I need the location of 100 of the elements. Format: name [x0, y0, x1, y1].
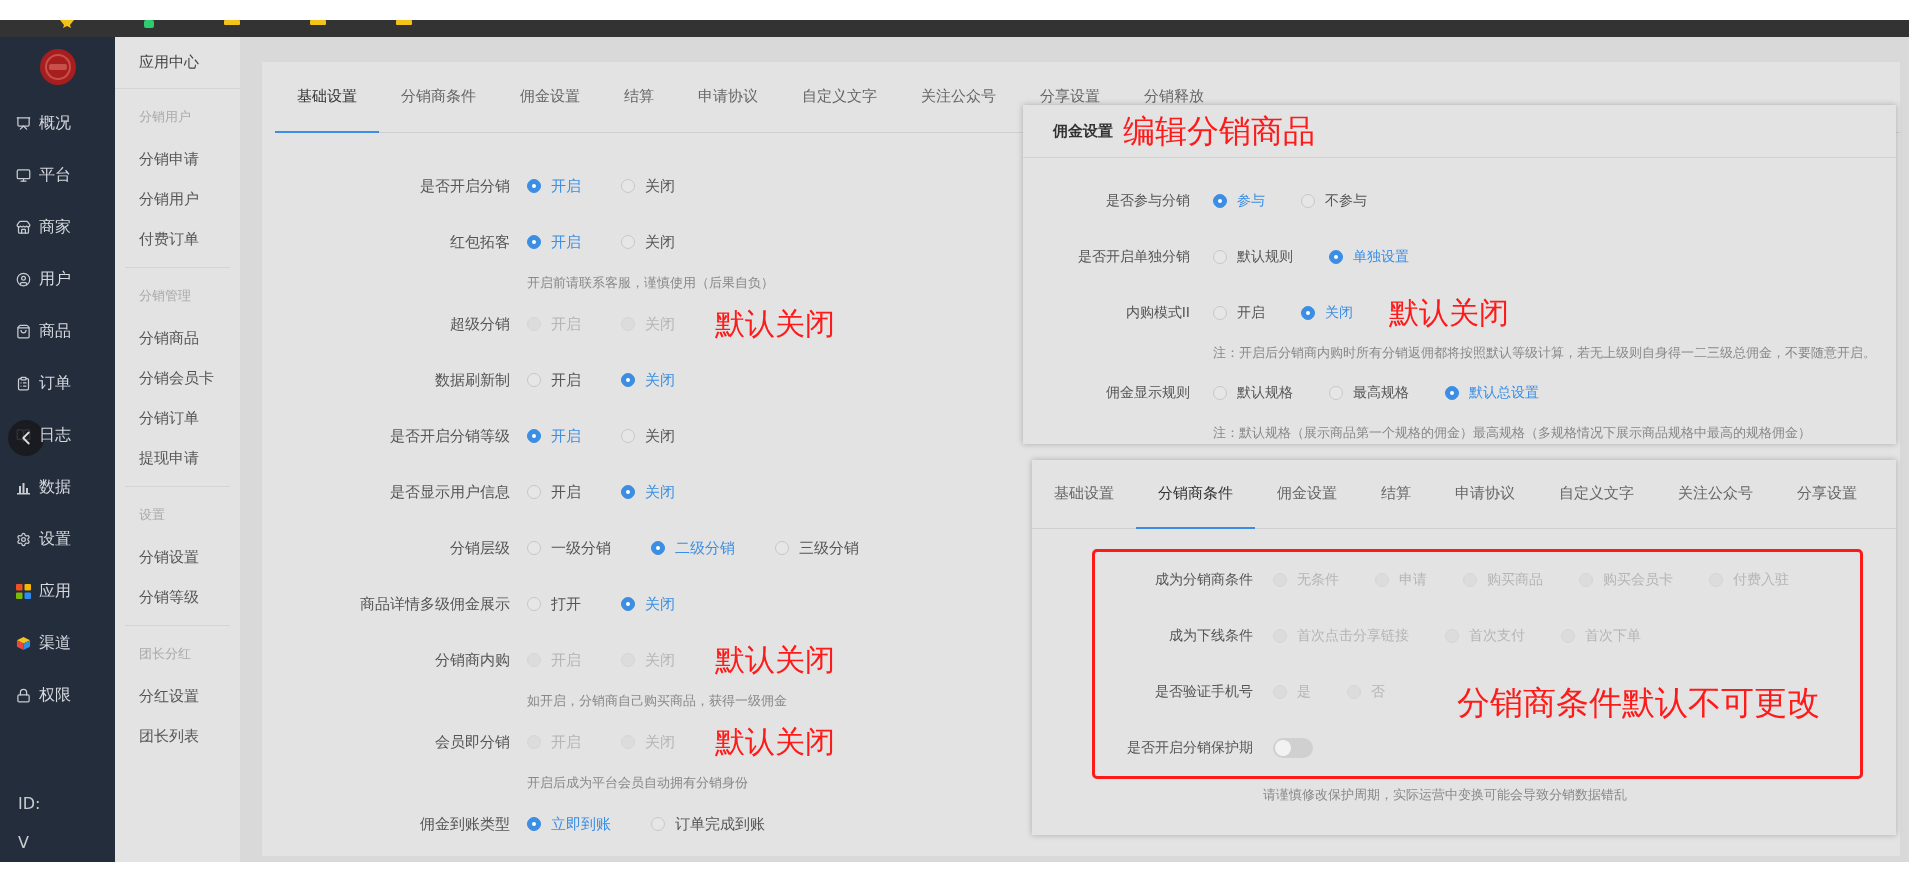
chart-board-icon [16, 115, 31, 131]
tab[interactable]: 基础设置 [1032, 460, 1136, 529]
radio-option[interactable]: 开启 [527, 426, 581, 446]
tab[interactable]: 申请协议 [676, 62, 780, 133]
field-label: 成为分销商条件 [1154, 571, 1253, 589]
radio-option[interactable]: 默认总设置 [1445, 384, 1539, 402]
radio-option[interactable]: 一级分销 [527, 538, 611, 558]
field-label: 是否开启单独分销 [1077, 248, 1190, 266]
field-label: 内购模式II [1124, 304, 1190, 322]
radio-option[interactable]: 默认规则 [1213, 248, 1293, 266]
radio-option[interactable]: 开启 [527, 232, 581, 252]
hint-text: 开启后成为平台会员自动拥有分销身份 [527, 774, 748, 792]
radio-option[interactable]: 开启 [527, 482, 581, 502]
radio-option[interactable]: 关闭 [1301, 304, 1353, 322]
submenu-item[interactable]: 分销设置 [125, 537, 230, 577]
nav-item[interactable]: 商品 [0, 305, 115, 357]
radio-option[interactable]: 关闭 [621, 482, 675, 502]
field-label: 是否验证手机号 [1154, 683, 1253, 701]
submenu-item[interactable]: 分销会员卡 [125, 358, 230, 398]
radio-option[interactable]: 关闭 [621, 426, 675, 446]
logo-icon [39, 49, 76, 85]
tab[interactable]: 分销商条件 [379, 62, 498, 133]
annotation-text: 默认关闭 [1389, 298, 1509, 328]
nav-item[interactable]: 权限 [0, 669, 115, 721]
user-icon [16, 271, 31, 287]
nav-item[interactable]: 平台 [0, 149, 115, 201]
tab[interactable]: 结算 [1359, 460, 1433, 529]
nav-item[interactable]: 商家 [0, 201, 115, 253]
submenu-item[interactable]: 提现申请 [125, 438, 230, 478]
cube-icon [16, 635, 31, 651]
submenu-item[interactable]: 付费订单 [125, 219, 230, 259]
radio-option[interactable]: 关闭 [621, 176, 675, 196]
radio-option[interactable]: 最高规格 [1329, 384, 1409, 402]
store-icon [16, 219, 31, 235]
radio-option[interactable]: 单独设置 [1329, 248, 1409, 266]
field-label: 成为下线条件 [1168, 627, 1253, 645]
submenu-item[interactable]: 分销用户 [125, 179, 230, 219]
page-icon [144, 20, 154, 28]
tab[interactable]: 分享设置 [1775, 460, 1879, 529]
dialog-title: 佣金设置 [1053, 121, 1113, 141]
tiles-icon [16, 583, 31, 599]
annotation-text: 编辑分销商品 [1123, 115, 1315, 147]
radio-option[interactable]: 关闭 [621, 594, 675, 614]
nav-item[interactable]: 数据 [0, 461, 115, 513]
tab[interactable]: 关注公众号 [1656, 460, 1775, 529]
submenu-item[interactable]: 分销商品 [125, 318, 230, 358]
radio-option[interactable]: 订单完成到账 [651, 814, 765, 834]
submenu-item[interactable]: 分销申请 [125, 139, 230, 179]
tab[interactable]: 分销商条件 [1136, 460, 1255, 529]
tab[interactable]: 关注公众号 [899, 62, 1018, 133]
field-label: 分销层级 [449, 538, 510, 558]
field-label: 是否开启分销保护期 [1126, 739, 1253, 757]
annotation-text: 默认关闭 [715, 645, 835, 675]
tab[interactable]: 自定义文字 [1537, 460, 1656, 529]
field-label: 是否显示用户信息 [389, 482, 510, 502]
radio-option[interactable]: 二级分销 [651, 538, 735, 558]
radio-option[interactable]: 关闭 [621, 370, 675, 390]
folder-icon [396, 20, 412, 25]
annotation-text: 默认关闭 [715, 309, 835, 339]
field-label: 会员即分销 [434, 732, 510, 752]
radio-option[interactable]: 立即到账 [527, 814, 611, 834]
radio-option[interactable]: 三级分销 [775, 538, 859, 558]
nav-item[interactable]: 概况 [0, 97, 115, 149]
clipboard-icon [16, 375, 31, 391]
submenu-item[interactable]: 分销订单 [125, 398, 230, 438]
field-label: 佣金显示规则 [1105, 384, 1190, 402]
hint-text: 开启前请联系客服，谨慎使用（后果自负） [527, 274, 774, 292]
nav-item[interactable]: 用户 [0, 253, 115, 305]
tab[interactable]: 基础设置 [275, 62, 379, 133]
radio-option[interactable]: 开启 [527, 176, 581, 196]
radio-option[interactable]: 不参与 [1301, 192, 1367, 210]
settings-icon [16, 531, 31, 547]
radio-option[interactable]: 开启 [1213, 304, 1265, 322]
submenu-item[interactable]: 分销等级 [125, 577, 230, 617]
nav-item[interactable]: 应用 [0, 565, 115, 617]
submenu-item[interactable]: 团长列表 [125, 716, 230, 756]
footer-text: V [18, 832, 30, 854]
radio-option[interactable]: 开启 [527, 370, 581, 390]
hint-text: 请谨慎修改保护周期，实际运营中变换可能会导致分销数据错乱 [1263, 786, 1627, 804]
tab[interactable]: 申请协议 [1433, 460, 1537, 529]
tab[interactable]: 佣金设置 [498, 62, 602, 133]
field-label: 是否开启分销 [419, 176, 510, 196]
tab[interactable]: 结算 [602, 62, 676, 133]
radio-option[interactable]: 参与 [1213, 192, 1265, 210]
field-label: 红包拓客 [449, 232, 510, 252]
radio-option[interactable]: 关闭 [621, 232, 675, 252]
radio-option[interactable]: 默认规格 [1213, 384, 1293, 402]
tab[interactable]: 佣金设置 [1255, 460, 1359, 529]
toggle-switch[interactable] [1273, 738, 1313, 758]
footer-text: ID: [18, 793, 42, 815]
annotation-text: 默认关闭 [715, 727, 835, 757]
nav-item[interactable]: 设置 [0, 513, 115, 565]
nav-item[interactable]: 订单 [0, 357, 115, 409]
field-label: 是否开启分销等级 [389, 426, 510, 446]
field-label: 分销商内购 [434, 650, 510, 670]
tab[interactable]: 自定义文字 [780, 62, 899, 133]
field-label: 超级分销 [449, 314, 510, 334]
nav-item[interactable]: 渠道 [0, 617, 115, 669]
submenu-item[interactable]: 分红设置 [125, 676, 230, 716]
radio-option[interactable]: 打开 [527, 594, 581, 614]
